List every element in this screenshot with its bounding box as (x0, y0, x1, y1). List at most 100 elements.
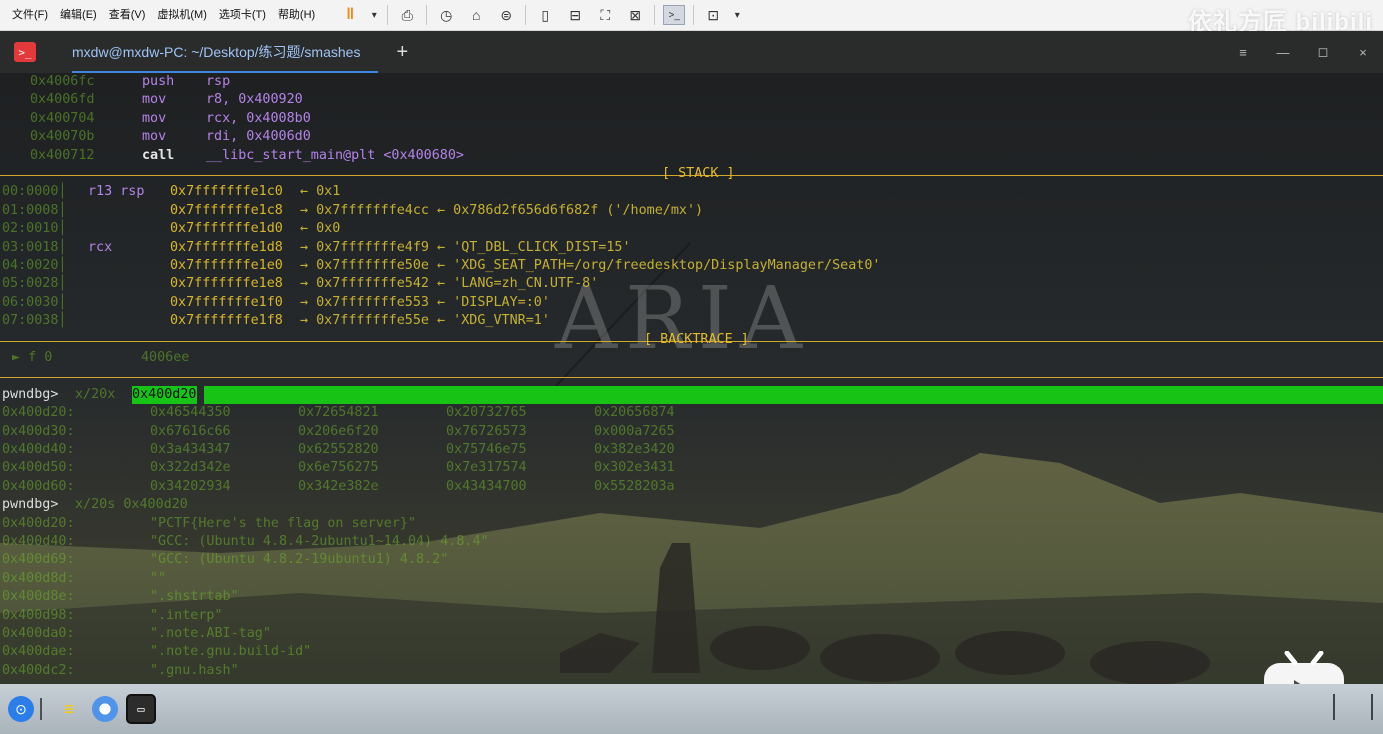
disasm-address: 0x4006fd (30, 92, 95, 108)
console-icon[interactable]: >_ (663, 5, 686, 25)
close-icon[interactable]: × (1343, 45, 1383, 60)
stack-row: 05:0028│ 0x7fffffffe1e8 → 0x7fffffffe542 ←… (0, 275, 1383, 293)
hexdump-word: 0x67616c66 (150, 423, 231, 439)
menu-tabs[interactable]: 选项卡(T) (213, 0, 272, 31)
prompt-line: pwndbg> x/20x 0x400d20 (0, 385, 1383, 404)
string-address: 0x400da0: (2, 626, 75, 641)
string-row: 0x400d98: ".interp" (0, 607, 1383, 625)
stack-pointer: 0x7fffffffe1c8 (170, 202, 283, 218)
stack-offset: 06:0030│ (2, 294, 67, 310)
string-row: 0x400d40: "GCC: (Ubuntu 4.8.4-2ubuntu1~14… (0, 533, 1383, 551)
stack-row: 02:0010│ 0x7fffffffe1d0 ← 0x0 (0, 220, 1383, 238)
hexdump-address: 0x400d60: (2, 478, 75, 494)
minimize-icon[interactable]: — (1263, 45, 1303, 60)
dropdown-icon[interactable]: ▾ (732, 5, 742, 25)
hexdump-row: 0x400d40: 0x3a434347 0x62552820 0x75746e75 0… (0, 441, 1383, 459)
maximize-icon[interactable]: ◻ (1303, 44, 1343, 60)
view-icon[interactable]: ▯ (534, 5, 556, 25)
pause-icon[interactable]: ‖ (339, 5, 361, 25)
command-text: x/20s 0x400d20 (75, 497, 188, 513)
disasm-operands: rsp (206, 74, 231, 89)
unity-icon[interactable]: ⊟ (564, 5, 586, 25)
hexdump-word: 0x322d342e (150, 460, 231, 476)
menu-view[interactable]: 查看(V) (103, 0, 152, 31)
command-argument: 0x400d20 (132, 385, 197, 404)
hexdump-word: 0x7e317574 (446, 460, 527, 476)
vm-menubar: 文件(F) 编辑(E) 查看(V) 虚拟机(M) 选项卡(T) 帮助(H) ‖ … (0, 0, 1383, 36)
file-manager-icon[interactable]: ≡ (54, 694, 84, 724)
terminal-body[interactable]: ARIA 0x4006fc push rsp 0x4006fd mov r8, 0x400… (0, 73, 1383, 684)
send-ctrl-alt-del-icon[interactable]: ⎙ (396, 5, 418, 25)
disasm-opcode: mov (142, 92, 167, 108)
disasm-opcode: mov (142, 129, 167, 145)
dropdown-icon[interactable]: ▾ (369, 5, 379, 25)
add-tab-button[interactable]: + (396, 41, 408, 64)
menu-edit[interactable]: 编辑(E) (54, 0, 103, 31)
disasm-line: 0x40070b mov rdi, 0x4006d0 (0, 128, 1383, 146)
menu-help[interactable]: 帮助(H) (272, 0, 321, 31)
disasm-address: 0x400712 (30, 147, 95, 163)
terminal-tabbar: >_ mxdw@mxdw-PC: ~/Desktop/练习题/smashes +… (0, 31, 1383, 73)
hexdump-word: 0x62552820 (298, 442, 379, 457)
browser-icon[interactable] (90, 694, 120, 724)
taskbar-separator (40, 698, 42, 720)
toolbar-separator (654, 5, 656, 25)
stack-offset: 00:0000│ (2, 184, 67, 200)
string-row: 0x400d20: "PCTF{Here's the flag on server… (0, 515, 1383, 533)
string-row: 0x400dc2: ".gnu.hash" (0, 662, 1383, 680)
hexdump-word: 0x34202934 (150, 478, 231, 494)
tray-divider (1371, 694, 1373, 720)
disasm-line: 0x400712 call __libc_start_main@plt <0x400… (0, 147, 1383, 165)
stack-register: r13 rsp (88, 184, 145, 200)
hexdump-row: 0x400d30: 0x67616c66 0x206e6f20 0x76726573 0… (0, 423, 1383, 441)
hexdump-row: 0x400d20: 0x46544350 0x72654821 0x20732765 0… (0, 404, 1383, 422)
hexdump-word: 0x43434700 (446, 478, 527, 494)
bilibili-play-icon[interactable] (1263, 650, 1345, 684)
tray-area (1297, 694, 1373, 720)
snapshot-icon[interactable]: ◷ (435, 5, 457, 25)
stack-chain: ← 0x1 (300, 184, 341, 200)
terminal-app-icon: >_ (14, 42, 36, 62)
terminal-tab[interactable]: mxdw@mxdw-PC: ~/Desktop/练习题/smashes (72, 31, 379, 73)
disasm-operands: rcx, 0x4008b0 (206, 110, 311, 126)
stack-row: 01:0008│ 0x7fffffffe1c8 → 0x7fffffffe4cc ←… (0, 202, 1383, 220)
stretch-icon[interactable]: ⊠ (624, 5, 646, 25)
stack-pointer: 0x7fffffffe1c0 (170, 184, 283, 200)
hexdump-word: 0x76726573 (446, 423, 527, 439)
stack-pointer: 0x7fffffffe1d8 (170, 239, 283, 255)
launcher-icon[interactable]: ⊙ (8, 696, 34, 722)
disasm-opcode: mov (142, 110, 167, 126)
snapshot-manager-icon[interactable]: ⊜ (495, 5, 517, 25)
tray-divider (1333, 694, 1335, 720)
stack-row: 03:0018│ rcx 0x7fffffffe1d8 → 0x7fffffffe4f… (0, 239, 1383, 257)
string-address: 0x400d98: (2, 607, 75, 623)
hexdump-word: 0x342e382e (298, 478, 379, 494)
string-address: 0x400d40: (2, 534, 75, 549)
stack-chain: → 0x7fffffffe4f9 ← 'QT_DBL_CLICK_DIST=15… (300, 239, 631, 255)
stack-offset: 04:0020│ (2, 258, 67, 273)
string-value: "PCTF{Here's the flag on server}" (150, 515, 417, 531)
hexdump-address: 0x400d30: (2, 423, 75, 439)
settings-icon[interactable]: ⊡ (702, 5, 724, 25)
string-row: 0x400dae: ".note.gnu.build-id" (0, 643, 1383, 661)
hexdump-row: 0x400d50: 0x322d342e 0x6e756275 0x7e317574 0… (0, 459, 1383, 477)
string-value: ".shstrtab" (150, 589, 239, 605)
toolbar-separator (426, 5, 428, 25)
stack-chain: → 0x7fffffffe542 ← 'LANG=zh_CN.UTF-8' (300, 276, 599, 292)
stack-pointer: 0x7fffffffe1f0 (170, 294, 283, 310)
menu-icon[interactable]: ≡ (1223, 45, 1263, 60)
menu-file[interactable]: 文件(F) (6, 0, 54, 31)
menu-vm[interactable]: 虚拟机(M) (151, 0, 213, 31)
string-address: 0x400d20: (2, 515, 75, 531)
pwndbg-prompt: pwndbg> (2, 497, 59, 513)
vm-toolbar: ‖ ▾ ⎙ ◷ ⌂ ⊜ ▯ ⊟ ⛶ ⊠ >_ ⊡ ▾ (335, 5, 746, 25)
disasm-opcode: push (142, 74, 175, 89)
backtrace-row: ► f 0 4006ee (0, 349, 1383, 367)
revert-snapshot-icon[interactable]: ⌂ (465, 5, 487, 25)
fullscreen-icon[interactable]: ⛶ (594, 5, 616, 25)
stack-pointer: 0x7fffffffe1e8 (170, 276, 283, 292)
terminal-icon[interactable]: ▭ (126, 694, 156, 724)
string-row: 0x400da0: ".note.ABI-tag" (0, 625, 1383, 643)
stack-chain: → 0x7fffffffe4cc ← 0x786d2f656d6f682f ('… (300, 202, 704, 218)
hexdump-address: 0x400d20: (2, 405, 75, 421)
